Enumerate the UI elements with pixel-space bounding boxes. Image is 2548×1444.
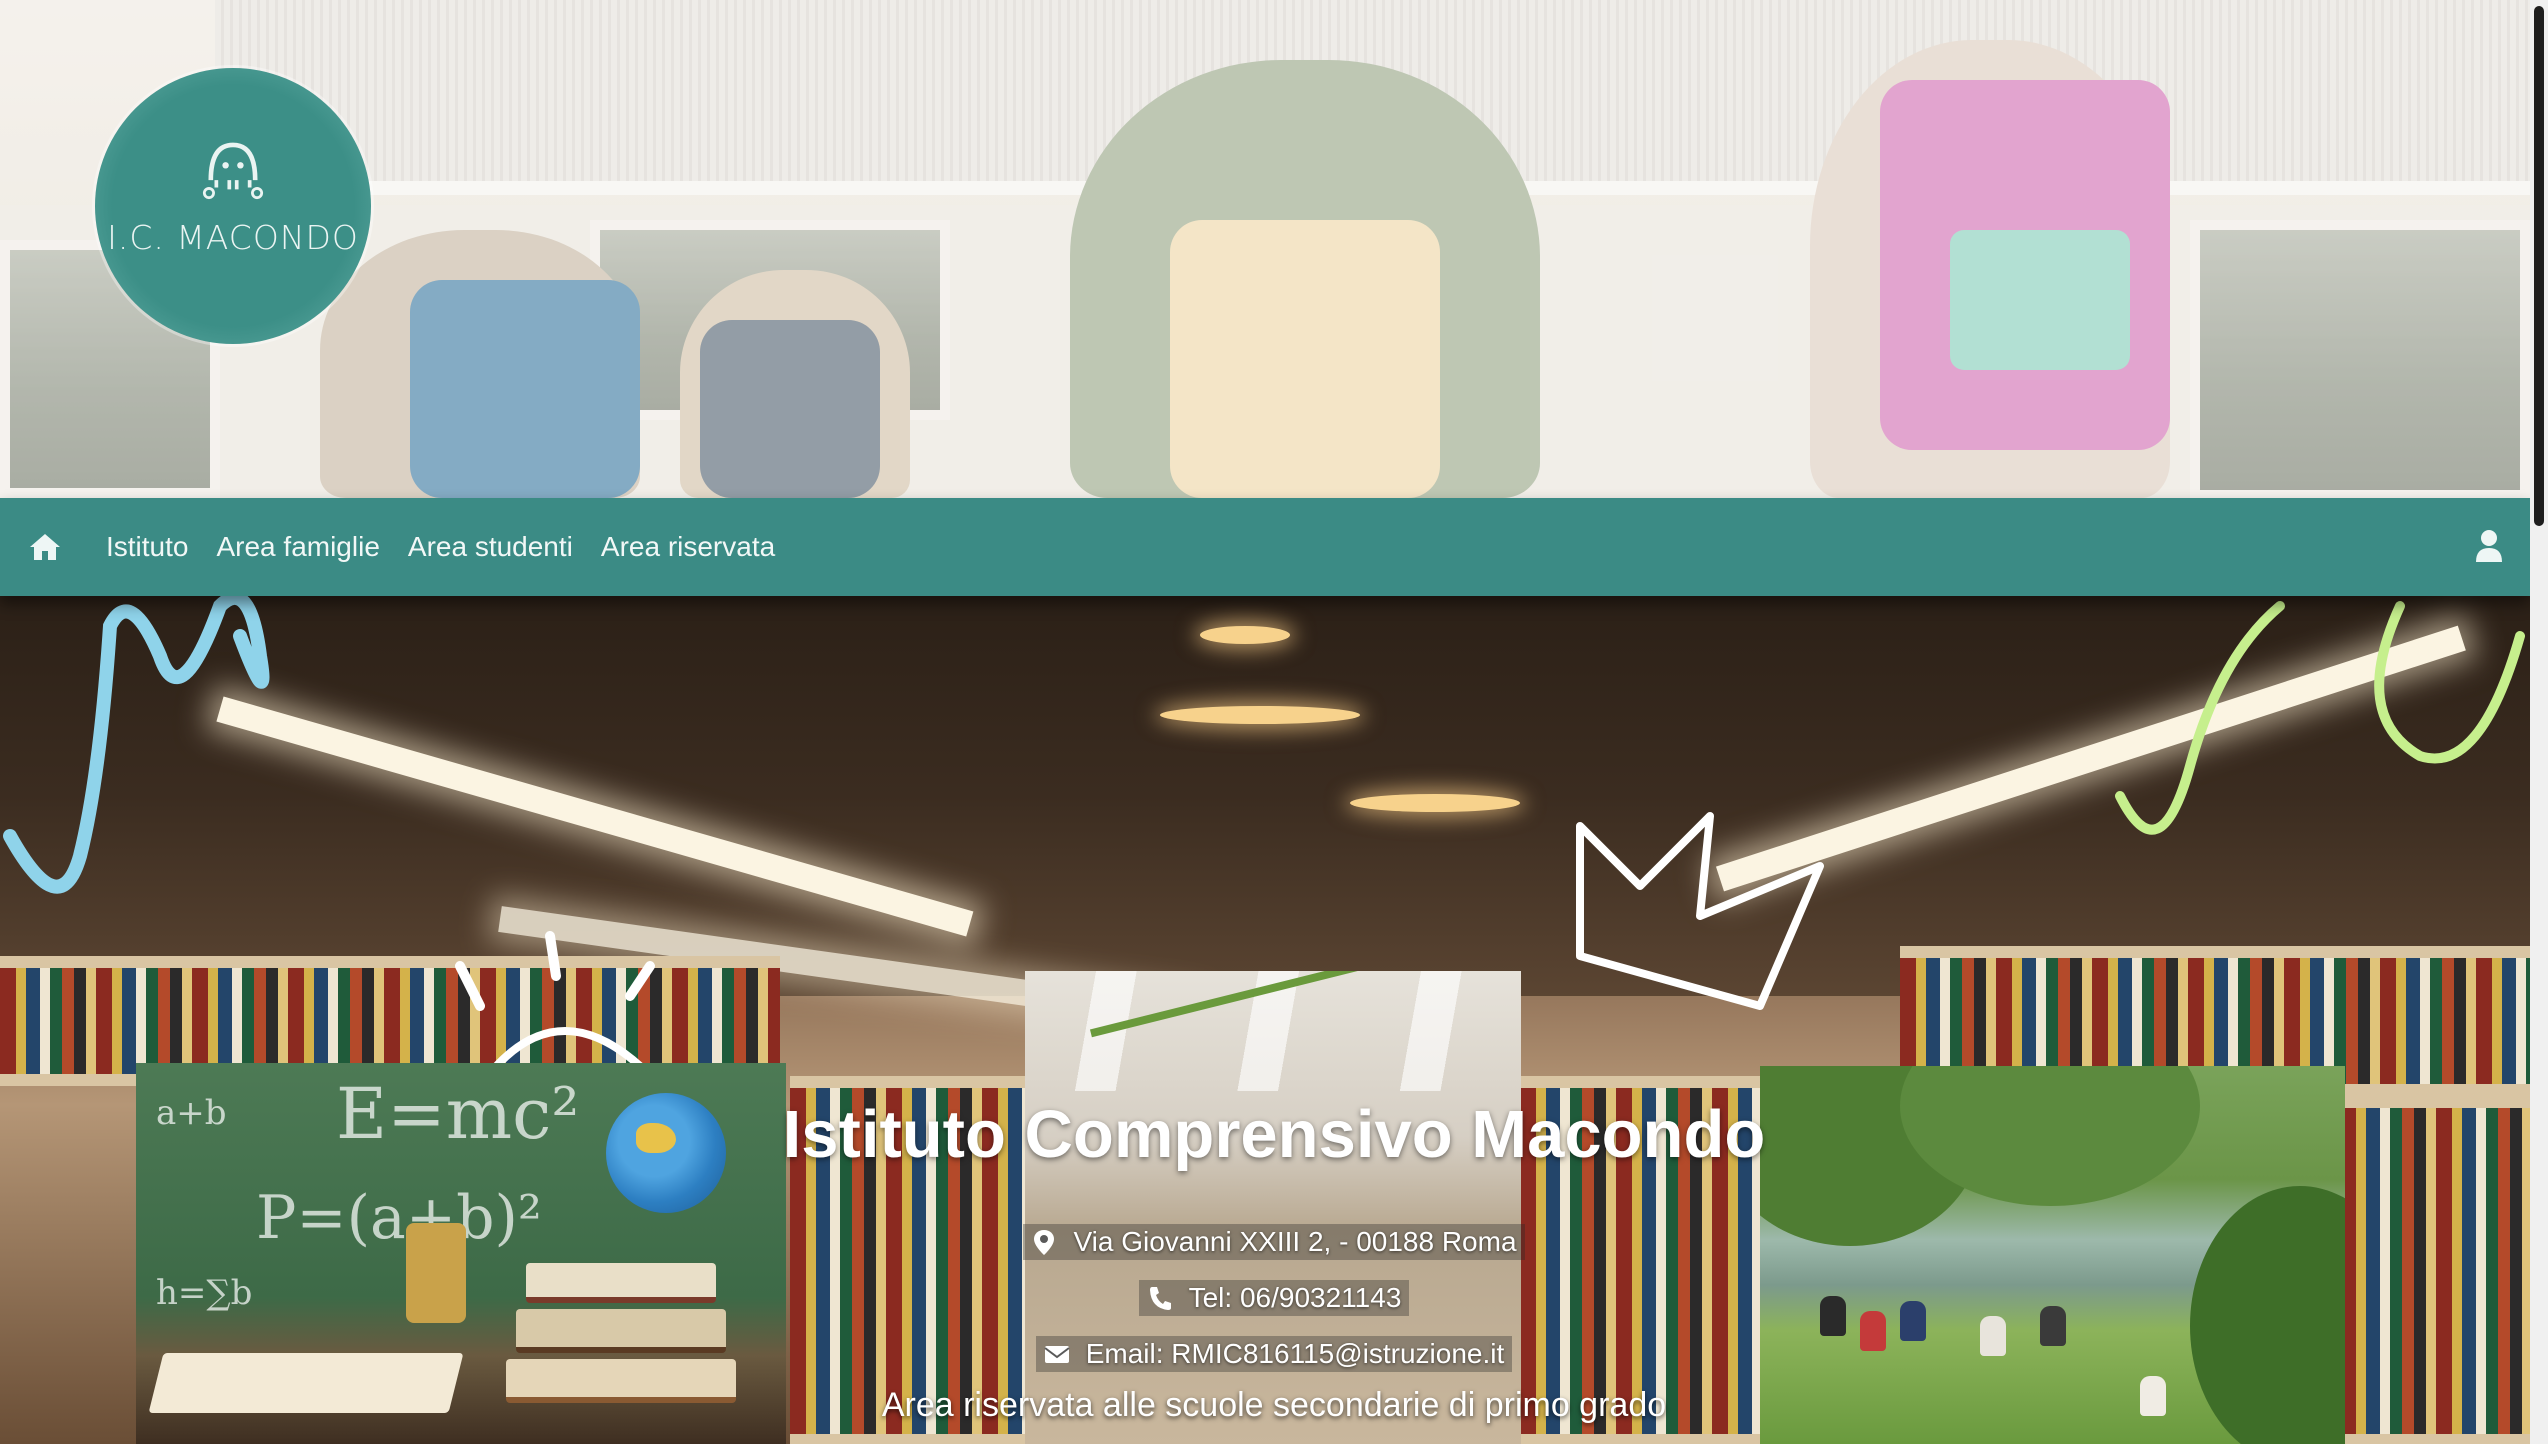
- page-scrollbar[interactable]: [2530, 0, 2548, 1444]
- phone-line: Tel: 06/90321143: [0, 1280, 2530, 1319]
- main-navbar: Istituto Area famiglie Area studenti Are…: [0, 498, 2530, 596]
- address-text: Via Giovanni XXIII 2, - 00188 Roma: [1073, 1226, 1517, 1257]
- hero-subtitle: Area riservata alle scuole secondarie di…: [881, 1386, 1667, 1424]
- address-line: Via Giovanni XXIII 2, - 00188 Roma: [0, 1224, 2530, 1263]
- ceiling-lamp: [1160, 706, 1360, 724]
- logo-emblem-icon: [202, 142, 264, 199]
- nav-item-istituto[interactable]: Istituto: [106, 531, 188, 563]
- email-line: Email: RMIC816115@istruzione.it: [0, 1336, 2530, 1375]
- sparkle-doodle: [455, 931, 663, 1086]
- header-banner: I.C. MACONDO: [0, 0, 2530, 498]
- crown-doodle: [1576, 812, 1824, 1010]
- squiggle-doodle-lime: [2115, 601, 2525, 835]
- logo-text: I.C. MACONDO: [107, 217, 359, 257]
- squiggle-doodle-blue: [3, 596, 270, 894]
- nav-links: Istituto Area famiglie Area studenti Are…: [106, 531, 775, 563]
- site-logo[interactable]: I.C. MACONDO: [95, 68, 371, 344]
- user-icon[interactable]: [2474, 528, 2504, 564]
- phone-icon: [1149, 1287, 1171, 1310]
- nav-item-area-studenti[interactable]: Area studenti: [408, 531, 573, 563]
- hero-title: Istituto Comprensivo Macondo: [782, 1097, 1766, 1172]
- ceiling-lamp: [1350, 794, 1520, 812]
- ceiling-lamp: [1200, 626, 1290, 644]
- nav-item-area-famiglie[interactable]: Area famiglie: [216, 531, 379, 563]
- nav-item-area-riservata[interactable]: Area riservata: [601, 531, 775, 563]
- email-text[interactable]: Email: RMIC816115@istruzione.it: [1086, 1338, 1505, 1370]
- phone-text[interactable]: Tel: 06/90321143: [1189, 1282, 1402, 1314]
- map-pin-icon: [1034, 1230, 1055, 1255]
- home-icon[interactable]: [28, 530, 62, 564]
- scrollbar-thumb[interactable]: [2534, 6, 2544, 526]
- envelope-icon: [1044, 1346, 1070, 1363]
- hero-section: E=mc² a+b P=(a+b)² h=∑b Istituto Compren…: [0, 596, 2530, 1444]
